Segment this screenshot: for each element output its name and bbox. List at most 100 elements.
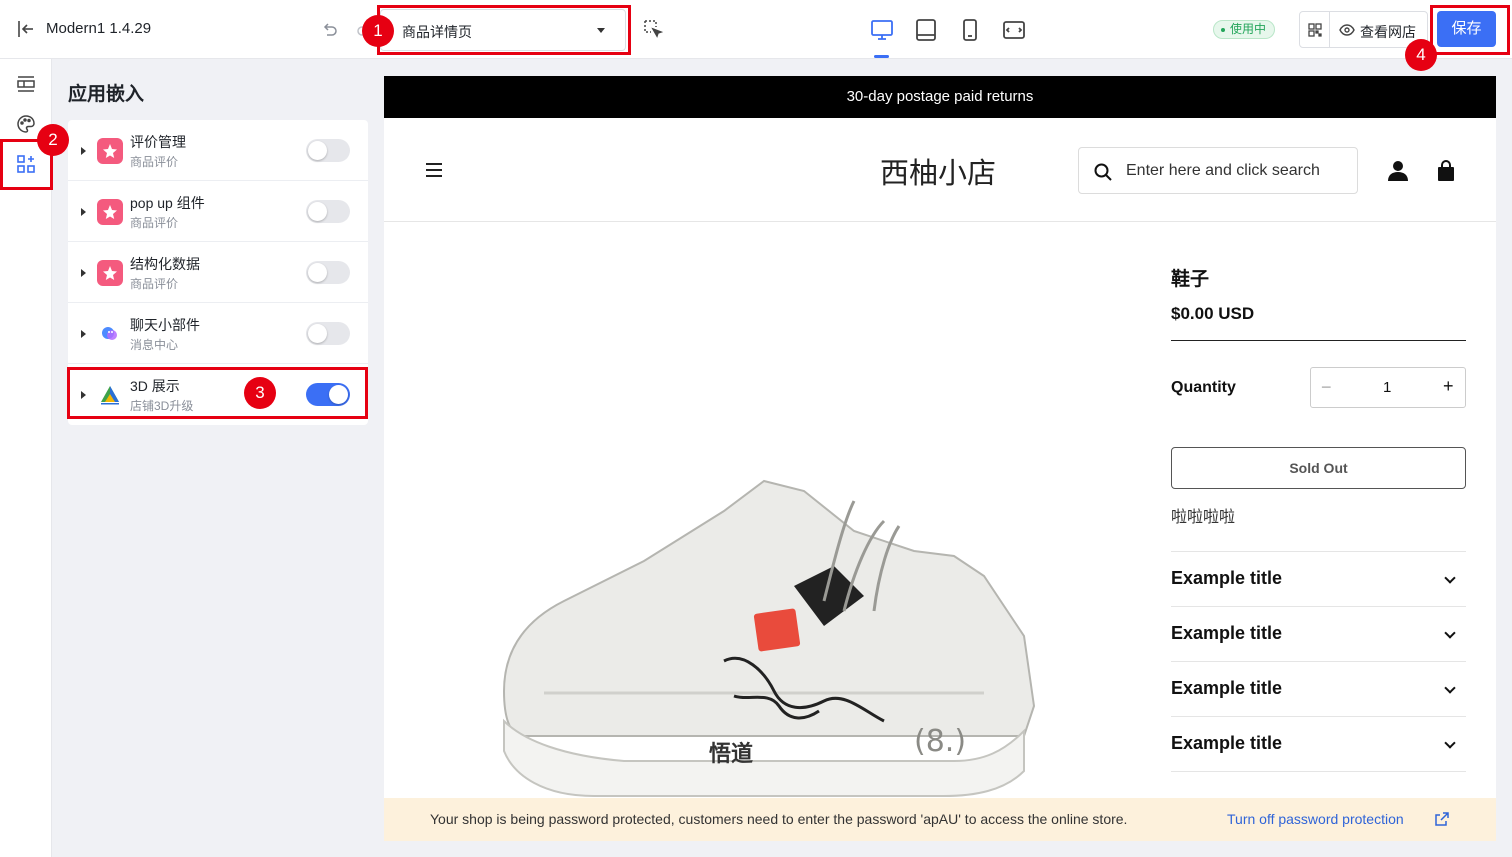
- app-row-review[interactable]: 评价管理 商品评价: [68, 120, 368, 181]
- store-name[interactable]: 西柚小店: [880, 150, 996, 192]
- toggle-knob: [308, 202, 327, 221]
- sold-out-button[interactable]: Sold Out: [1171, 447, 1466, 489]
- store-actions: 查看网店: [1299, 11, 1428, 48]
- undo-icon[interactable]: [320, 21, 338, 39]
- accordion-item[interactable]: Example title: [1171, 606, 1466, 661]
- svg-text:(8.): (8.): [914, 724, 966, 759]
- app-toggle[interactable]: [306, 200, 350, 223]
- page-template-select[interactable]: 商品详情页: [380, 9, 626, 51]
- product-image-sneaker: 悟道 (8.): [502, 479, 1036, 797]
- product-price: $0.00 USD: [1171, 304, 1255, 323]
- svg-text:悟道: 悟道: [709, 741, 753, 767]
- app-toggle[interactable]: [306, 261, 350, 284]
- step-marker: 1: [362, 15, 394, 47]
- app-source: 商品评价: [130, 216, 179, 230]
- toggle-knob: [329, 385, 348, 404]
- accordion-item[interactable]: Example title: [1171, 551, 1466, 606]
- qr-code-icon: [1308, 23, 1322, 37]
- qr-code-button[interactable]: [1300, 12, 1330, 47]
- menu-icon[interactable]: [426, 163, 442, 177]
- app-source: 商品评价: [130, 155, 179, 169]
- app-toggle[interactable]: [306, 383, 350, 406]
- review-app-icon: [97, 199, 123, 225]
- chevron-down-icon: [1444, 572, 1456, 584]
- product-description: 啦啦啦啦: [1171, 509, 1236, 526]
- toggle-knob: [308, 141, 327, 160]
- 3d-app-icon: [101, 386, 119, 405]
- app-source: 店铺3D升级: [130, 399, 194, 413]
- desktop-icon[interactable]: [870, 18, 894, 42]
- store-header: 西柚小店 Enter here and click search: [384, 118, 1496, 222]
- status-dot: [1221, 28, 1225, 32]
- price-divider: [1171, 340, 1466, 341]
- app-name: 结构化数据: [130, 256, 200, 272]
- chevron-down-icon: [1444, 737, 1456, 749]
- app-embed-list: 评价管理 商品评价 pop up 组件 商品评价 结构化数据 商品评价 聊天小部…: [68, 120, 368, 425]
- announcement-bar: 30-day postage paid returns: [384, 76, 1496, 118]
- accordion-item[interactable]: Example title: [1171, 716, 1466, 771]
- eye-icon: [1339, 24, 1355, 36]
- external-link-icon[interactable]: [1435, 812, 1449, 826]
- cart-bag-icon[interactable]: [1436, 160, 1456, 182]
- status-text: 使用中: [1230, 22, 1267, 36]
- accordion-title: Example title: [1171, 568, 1283, 588]
- store-preview: 30-day postage paid returns 西柚小店 Enter h…: [384, 76, 1496, 841]
- quantity-value[interactable]: 1: [1383, 379, 1391, 396]
- search-icon: [1094, 163, 1112, 181]
- caret-down-icon: [597, 28, 605, 33]
- accordion-item[interactable]: Example title: [1171, 661, 1466, 716]
- chat-app-icon: [102, 327, 117, 340]
- quantity-label: Quantity: [1171, 379, 1236, 396]
- mobile-icon[interactable]: [958, 18, 982, 42]
- expand-arrow-icon[interactable]: [81, 208, 86, 216]
- expand-arrow-icon[interactable]: [81, 147, 86, 155]
- element-select-icon[interactable]: [643, 19, 663, 39]
- accordion-title: Example title: [1171, 678, 1283, 698]
- layout-sections-icon[interactable]: [16, 74, 36, 94]
- app-row-chat[interactable]: 聊天小部件 消息中心: [68, 303, 368, 364]
- app-row-popup[interactable]: pop up 组件 商品评价: [68, 181, 368, 242]
- review-app-icon: [97, 138, 123, 164]
- chevron-down-icon: [1444, 682, 1456, 694]
- step-marker: 3: [244, 377, 276, 409]
- accordion-title: Example title: [1171, 733, 1283, 753]
- quantity-stepper[interactable]: − 1 +: [1310, 367, 1466, 408]
- expand-arrow-icon[interactable]: [81, 330, 86, 338]
- app-source: 商品评价: [130, 277, 179, 291]
- product-title: 鞋子: [1171, 269, 1210, 290]
- app-row-structured-data[interactable]: 结构化数据 商品评价: [68, 242, 368, 303]
- expand-arrow-icon[interactable]: [81, 391, 86, 399]
- app-name: 聊天小部件: [130, 317, 200, 333]
- toggle-knob: [308, 263, 327, 282]
- app-source: 消息中心: [130, 338, 179, 352]
- review-app-icon: [97, 260, 123, 286]
- quantity-increase-button[interactable]: +: [1443, 376, 1454, 397]
- app-row-3d-display[interactable]: 3D 展示 店铺3D升级: [68, 364, 368, 425]
- password-message: Your shop is being password protected, c…: [430, 811, 1128, 827]
- store-search-input[interactable]: Enter here and click search: [1078, 147, 1358, 194]
- search-placeholder: Enter here and click search: [1126, 162, 1320, 179]
- quantity-decrease-button[interactable]: −: [1321, 377, 1332, 398]
- app-name: pop up 组件: [130, 195, 205, 211]
- account-icon[interactable]: [1388, 160, 1408, 182]
- save-button[interactable]: 保存: [1437, 11, 1496, 47]
- app-toggle[interactable]: [306, 322, 350, 345]
- app-embeds-icon[interactable]: [16, 154, 36, 174]
- theme-title: Modern1 1.4.29: [46, 20, 152, 37]
- expand-arrow-icon[interactable]: [81, 269, 86, 277]
- app-name: 评价管理: [130, 134, 186, 150]
- app-toggle[interactable]: [306, 139, 350, 162]
- panel-title: 应用嵌入: [68, 84, 145, 105]
- chevron-down-icon: [1444, 627, 1456, 639]
- top-bar: Modern1 1.4.29 商品详情页 使用中 查看网店 保存: [0, 0, 1512, 59]
- left-rail: [0, 59, 52, 857]
- turn-off-password-link[interactable]: Turn off password protection: [1227, 811, 1404, 827]
- theme-palette-icon[interactable]: [16, 114, 36, 134]
- status-badge: 使用中: [1213, 20, 1276, 39]
- tablet-icon[interactable]: [914, 18, 938, 42]
- fullscreen-icon[interactable]: [1002, 18, 1026, 42]
- exit-icon[interactable]: [16, 19, 36, 39]
- step-marker: 4: [1405, 39, 1437, 71]
- page-select-value: 商品详情页: [402, 24, 472, 40]
- password-protection-banner: Your shop is being password protected, c…: [384, 798, 1496, 841]
